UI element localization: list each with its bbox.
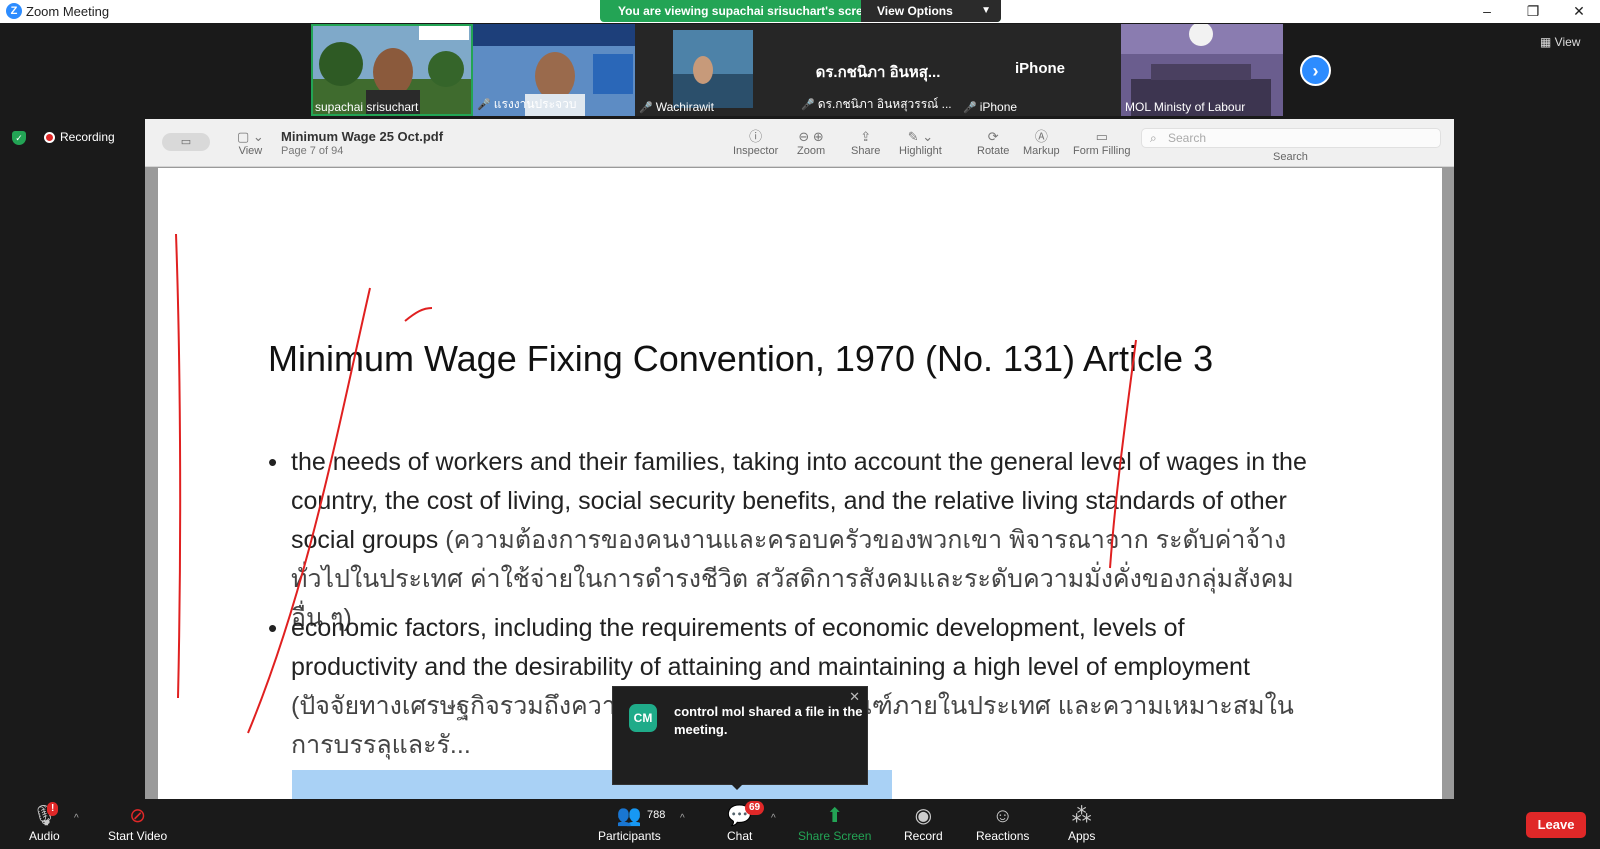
rotate-icon: ⟳ <box>987 129 999 144</box>
participant-tile[interactable]: iPhone 🎤 iPhone <box>959 24 1121 116</box>
share-button[interactable]: ⇪ Share <box>851 129 880 157</box>
participant-tile[interactable]: MOL Ministy of Labour <box>1121 24 1283 116</box>
chat-chevron-icon[interactable]: ^ <box>771 813 776 824</box>
pdf-toolbar: ▭ ▢ ⌄ View Minimum Wage 25 Oct.pdf Page … <box>145 119 1454 167</box>
apps-label: Apps <box>1068 829 1096 843</box>
inspector-button[interactable]: ⓘ Inspector <box>733 129 778 157</box>
record-button[interactable]: ◉ Record <box>904 803 943 843</box>
search-placeholder: Search <box>1168 131 1207 145</box>
leave-button[interactable]: Leave <box>1526 812 1586 838</box>
participant-name: Wachirawit <box>655 100 714 114</box>
search-icon: ⌕ <box>1150 131 1157 145</box>
minimize-button[interactable]: – <box>1464 0 1510 23</box>
participant-tile[interactable]: ดร.กชนิภา อินหสุ... 🎤 ดร.กชนิภา อินหสุวรร… <box>797 24 959 116</box>
apps-icon: ⁂ <box>1071 805 1092 827</box>
chevron-down-icon: ▼ <box>981 5 991 16</box>
zoom-button[interactable]: ⊖ ⊕ Zoom <box>797 129 825 157</box>
tool-label: Rotate <box>977 145 1010 157</box>
notification-message: control mol shared a file in the meeting… <box>674 704 863 737</box>
share-icon: ⇪ <box>860 129 872 144</box>
search-label: Search <box>1273 151 1308 163</box>
search-input[interactable]: ⌕ Search <box>1141 128 1441 148</box>
view-menu-label: View <box>238 145 263 157</box>
participant-big-name: ดร.กชนิภา อินหสุ... <box>815 64 941 81</box>
audio-options-chevron-icon[interactable]: ^ <box>74 813 79 824</box>
participant-name: supachai srisuchart <box>315 100 419 114</box>
page-indicator: Page 7 of 94 <box>281 145 344 157</box>
record-label: Record <box>904 829 943 843</box>
reactions-icon: ☺ <box>992 805 1013 827</box>
toast-pointer <box>731 784 743 790</box>
view-options-label: View Options <box>877 4 953 18</box>
participants-count: 788 <box>647 809 666 821</box>
avatar: CM <box>629 704 657 732</box>
video-off-icon: ⊘ <box>129 805 146 827</box>
participant-name: แรงงานประจวบ <box>493 97 577 111</box>
tool-label: Share <box>851 145 881 157</box>
tool-label: Markup <box>1023 145 1060 157</box>
mic-muted-icon: 🎤 <box>963 102 977 114</box>
tool-label: Highlight <box>899 145 942 157</box>
participant-tile[interactable]: 🎤 แรงงานประจวบ <box>473 24 635 116</box>
viewing-banner-text: You are viewing supachai srisuchart's sc… <box>618 4 877 18</box>
record-icon: ◉ <box>914 805 933 827</box>
viewing-banner: You are viewing supachai srisuchart's sc… <box>600 0 1001 22</box>
participant-tile[interactable]: supachai srisuchart <box>311 24 473 116</box>
participant-name: MOL Ministy of Labour <box>1125 100 1246 114</box>
recording-label: Recording <box>60 130 115 144</box>
recording-indicator[interactable]: ✓ Recording <box>12 130 115 145</box>
participant-tile[interactable]: 🎤 Wachirawit <box>635 24 797 116</box>
reactions-button[interactable]: ☺ Reactions <box>976 803 1029 843</box>
chat-label: Chat <box>727 829 753 843</box>
apps-button[interactable]: ⁂ Apps <box>1068 803 1095 843</box>
audio-label: Audio <box>29 829 60 843</box>
start-video-label: Start Video <box>108 829 168 843</box>
window-title: Zoom Meeting <box>26 4 110 19</box>
sidebar-toggle-button[interactable]: ▭ <box>162 133 210 151</box>
participants-chevron-icon[interactable]: ^ <box>680 813 685 824</box>
participant-big-name: iPhone <box>1014 60 1065 77</box>
notification-toast[interactable]: CM control mol shared a file in the meet… <box>612 686 868 790</box>
zoom-logo-icon: Z <box>6 3 22 19</box>
highlight-button[interactable]: ✎ ⌄ Highlight <box>899 129 942 157</box>
zoom-icon: ⊖ ⊕ <box>798 129 824 144</box>
view-button[interactable]: ▦ View <box>1540 35 1580 49</box>
meeting-controls: 🎙 Audio ! ^ ⊘ Start Video 👥 Participants… <box>0 799 1600 849</box>
participant-name: ดร.กชนิภา อินหสุวรรณ์ ... <box>817 97 952 111</box>
restore-button[interactable]: ❐ <box>1510 0 1556 23</box>
close-button[interactable]: ✕ <box>1556 0 1600 23</box>
markup-button[interactable]: Ⓐ Markup <box>1023 129 1060 157</box>
share-screen-icon: ⬆ <box>826 805 844 827</box>
view-menu-button[interactable]: ▢ ⌄ View <box>237 129 264 157</box>
mic-muted-icon: 🎤 <box>477 99 491 111</box>
participants-label: Participants <box>598 829 661 843</box>
share-screen-button[interactable]: ⬆ Share Screen <box>798 803 871 843</box>
info-icon: ⓘ <box>749 129 763 144</box>
view-options-button[interactable]: View Options ▼ <box>861 0 1001 22</box>
mic-muted-icon: 🎤 <box>801 99 815 111</box>
start-video-button[interactable]: ⊘ Start Video <box>108 803 167 843</box>
participant-name: iPhone <box>979 100 1018 114</box>
form-icon: ▭ <box>1095 129 1108 144</box>
next-page-button[interactable]: › <box>1300 55 1331 86</box>
document-title: Minimum Wage 25 Oct.pdf <box>281 129 444 144</box>
security-shield-icon: ✓ <box>12 130 26 145</box>
markup-icon: Ⓐ <box>1034 129 1048 144</box>
recording-dot-icon <box>44 132 55 144</box>
close-icon[interactable]: ✕ <box>849 689 860 705</box>
tool-label: Zoom <box>797 145 826 157</box>
sidebar-icon: ▢ ⌄ <box>237 129 264 144</box>
share-screen-label: Share Screen <box>798 829 872 843</box>
tool-label: Form Filling <box>1073 145 1131 157</box>
rotate-button[interactable]: ⟳ Rotate <box>977 129 1009 157</box>
highlight-icon: ✎ ⌄ <box>907 129 934 144</box>
reactions-label: Reactions <box>976 829 1030 843</box>
audio-warning-badge: ! <box>47 802 59 816</box>
form-filling-button[interactable]: ▭ Form Filling <box>1073 129 1130 157</box>
view-button-label: View <box>1554 35 1581 49</box>
grid-icon: ▦ <box>1540 35 1555 49</box>
chat-unread-badge: 69 <box>745 801 765 815</box>
tool-label: Inspector <box>733 145 779 157</box>
mic-muted-icon: 🎤 <box>639 102 653 114</box>
